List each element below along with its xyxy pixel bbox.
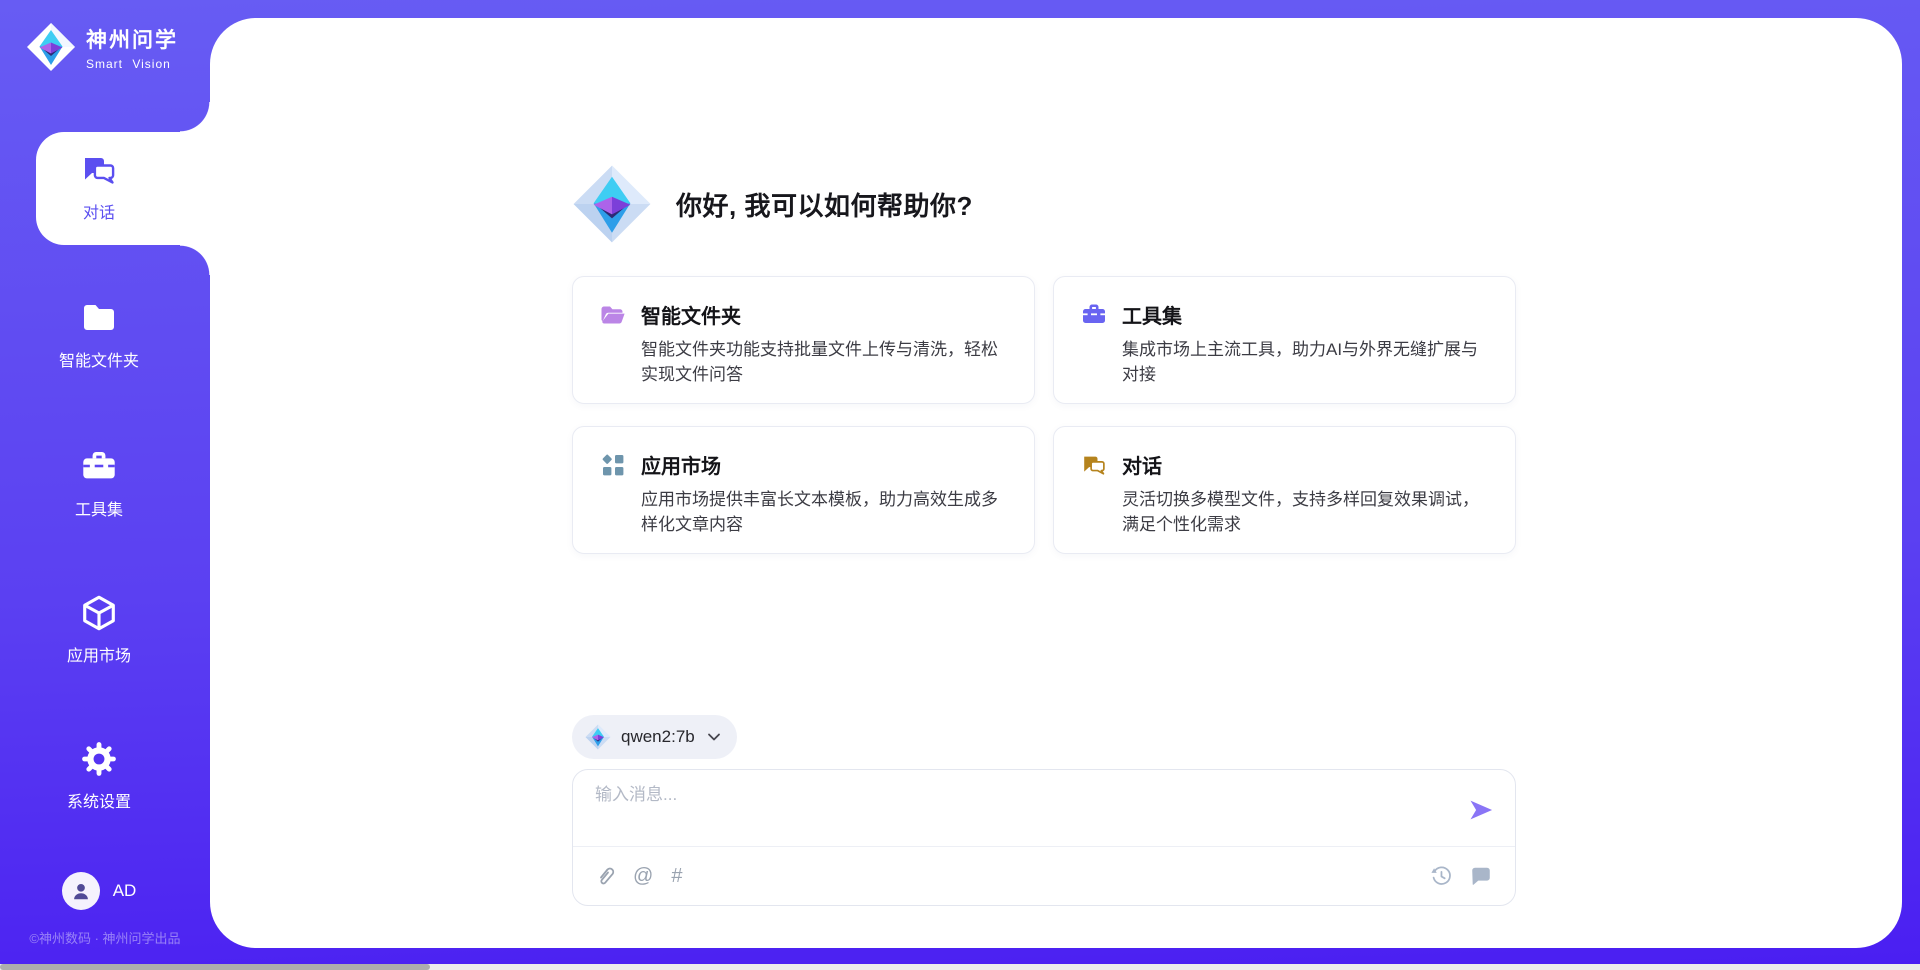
sidebar-item-chat[interactable]: 对话 [0, 150, 198, 223]
sidebar-item-app-market[interactable]: 应用市场 [0, 593, 198, 666]
card-title: 智能文件夹 [641, 300, 741, 329]
card-description: 集成市场上主流工具，助力AI与外界无缝扩展与对接 [1080, 338, 1489, 387]
sidebar-item-settings[interactable]: 系统设置 [0, 739, 198, 812]
card-app-market[interactable]: 应用市场 应用市场提供丰富长文本模板，助力高效生成多样化文章内容 [572, 426, 1035, 554]
card-chat[interactable]: 对话 灵活切换多模型文件，支持多样回复效果调试，满足个性化需求 [1053, 426, 1516, 554]
cube-icon [79, 593, 119, 633]
sidebar: 神州问学 Smart Vision 对话 智能文件夹 [0, 0, 210, 970]
logo-gem-icon [26, 22, 76, 72]
message-input[interactable] [595, 780, 1455, 838]
model-name: qwen2:7b [621, 727, 695, 747]
model-gem-icon [585, 724, 611, 750]
user-menu[interactable]: AD [0, 872, 198, 910]
card-description: 智能文件夹功能支持批量文件上传与清洗，轻松实现文件问答 [599, 338, 1008, 387]
horizontal-scrollbar-track [0, 964, 1920, 970]
active-tab-fillet-bottom [180, 245, 210, 275]
sidebar-item-label: 工具集 [75, 496, 123, 520]
topic-button[interactable]: # [671, 866, 682, 886]
history-clock-icon [1429, 864, 1453, 888]
send-icon [1467, 796, 1495, 824]
card-description: 灵活切换多模型文件，支持多样回复效果调试，满足个性化需求 [1080, 488, 1489, 537]
paperclip-icon [595, 864, 615, 888]
card-title: 应用市场 [641, 450, 721, 479]
chevron-down-icon [707, 731, 721, 743]
chat-bubble-icon [1469, 864, 1493, 888]
assistant-gem-icon [572, 164, 652, 244]
history-button[interactable] [1429, 864, 1453, 888]
mention-button[interactable]: @ [633, 866, 653, 886]
folder-icon [79, 298, 119, 338]
user-name: AD [113, 881, 137, 901]
feature-cards: 智能文件夹 智能文件夹功能支持批量文件上传与清洗，轻松实现文件问答 [572, 276, 1516, 554]
greeting-header: 你好, 我可以如何帮助你? [572, 164, 973, 244]
card-toolset[interactable]: 工具集 集成市场上主流工具，助力AI与外界无缝扩展与对接 [1053, 276, 1516, 404]
card-title: 工具集 [1122, 300, 1182, 329]
sidebar-item-smart-folder[interactable]: 智能文件夹 [0, 298, 198, 371]
sidebar-item-label: 智能文件夹 [59, 347, 139, 371]
greeting-text: 你好, 我可以如何帮助你? [676, 186, 973, 223]
sidebar-item-label: 对话 [83, 199, 115, 223]
card-title: 对话 [1122, 450, 1162, 479]
model-selector[interactable]: qwen2:7b [572, 715, 737, 759]
composer-toolbar: @ # [595, 847, 1493, 905]
avatar [62, 872, 100, 910]
card-smart-folder[interactable]: 智能文件夹 智能文件夹功能支持批量文件上传与清洗，轻松实现文件问答 [572, 276, 1035, 404]
active-tab-fillet-top [180, 102, 210, 132]
gear-icon [79, 739, 119, 779]
folder-open-icon [599, 301, 627, 329]
chat-bubbles-icon [79, 150, 119, 190]
card-description: 应用市场提供丰富长文本模板，助力高效生成多样化文章内容 [599, 488, 1008, 537]
chat-bubbles-icon [1080, 451, 1108, 479]
sidebar-item-label: 系统设置 [67, 788, 131, 812]
at-icon: @ [633, 866, 653, 886]
sidebar-item-label: 应用市场 [67, 642, 131, 666]
copyright-text: ©神州数码 · 神州问学出品 [0, 928, 210, 947]
app-grid-icon [599, 451, 627, 479]
toolbox-icon [1080, 301, 1108, 329]
person-icon [70, 880, 92, 902]
message-composer: @ # [572, 769, 1516, 906]
main-content: 你好, 我可以如何帮助你? 智能文件夹 智能文件夹功能支持批量文件上传与清洗，轻… [210, 18, 1902, 948]
app-logo: 神州问学 Smart Vision [26, 22, 178, 72]
app-title: 神州问学 [86, 24, 178, 54]
attach-button[interactable] [595, 864, 615, 888]
new-chat-button[interactable] [1469, 864, 1493, 888]
toolbox-icon [79, 447, 119, 487]
app-subtitle: Smart Vision [86, 57, 178, 71]
app-window: 神州问学 Smart Vision 对话 智能文件夹 [0, 0, 1920, 970]
sidebar-item-toolset[interactable]: 工具集 [0, 447, 198, 520]
hash-icon: # [671, 866, 682, 886]
send-button[interactable] [1467, 796, 1495, 824]
